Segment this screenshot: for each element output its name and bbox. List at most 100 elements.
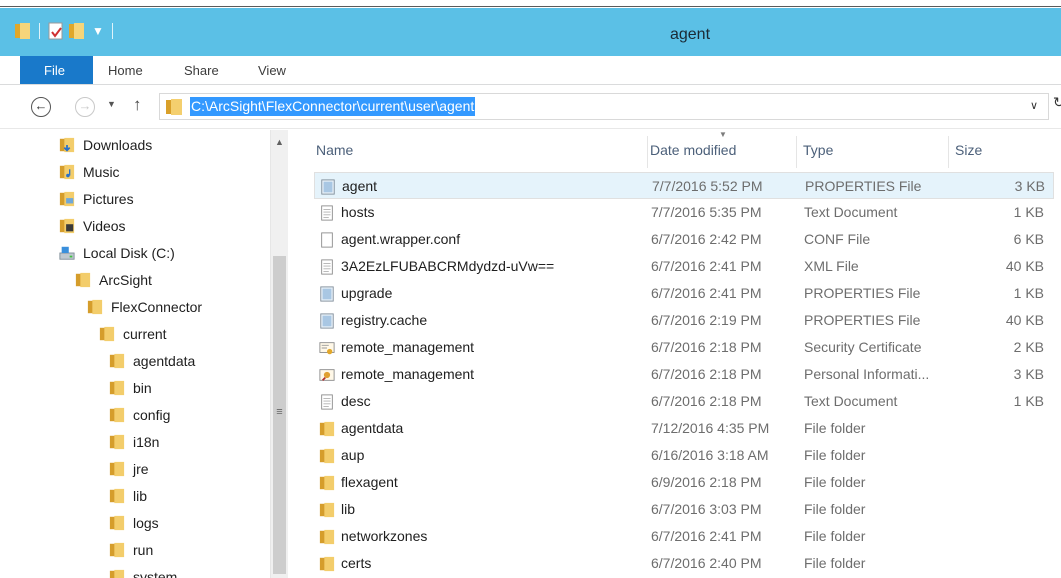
nav-item-jre[interactable]: jre	[108, 457, 149, 481]
file-name: desc	[341, 393, 371, 409]
file-name-cell: registry.cache	[319, 307, 427, 334]
type-cell: File folder	[804, 528, 866, 544]
size-cell	[954, 469, 1044, 496]
file-name-cell: remote_management	[319, 361, 474, 388]
text-file-icon	[321, 393, 333, 410]
column-header-type[interactable]: Type	[797, 136, 949, 168]
music-icon	[59, 164, 75, 180]
tab-home[interactable]: Home	[108, 56, 143, 85]
scrollbar-thumb[interactable]: ≡	[273, 256, 286, 574]
text-file-icon	[321, 204, 333, 221]
nav-item-lib[interactable]: lib	[108, 484, 147, 508]
folder-icon[interactable]	[14, 22, 31, 40]
forward-arrow-icon[interactable]: →	[75, 97, 95, 117]
date-modified-cell: 6/16/2016 3:18 AM	[651, 447, 769, 463]
size-cell	[954, 415, 1044, 442]
file-name: certs	[341, 555, 372, 571]
customize-toolbar-dropdown[interactable]: ▼	[92, 24, 104, 38]
file-row[interactable]: hosts 7/7/2016 5:35 PM Text Document 1 KB	[314, 199, 1054, 226]
nav-item-downloads[interactable]: Downloads	[58, 133, 152, 157]
tab-file[interactable]: File	[20, 56, 93, 84]
nav-item-run[interactable]: run	[108, 538, 153, 562]
date-modified-cell: 6/7/2016 2:18 PM	[651, 339, 762, 355]
nav-item-videos[interactable]: Videos	[58, 214, 126, 238]
nav-item-system[interactable]: system	[108, 565, 177, 578]
downloads-icon	[59, 137, 75, 153]
size-cell	[954, 496, 1044, 523]
nav-item-local-disk-c[interactable]: Local Disk (C:)	[58, 241, 175, 265]
date-modified-cell: 6/7/2016 3:03 PM	[651, 501, 762, 517]
date-modified-cell: 7/7/2016 5:35 PM	[651, 204, 762, 220]
address-bar[interactable]: C:\ArcSight\FlexConnector\current\user\a…	[159, 93, 1049, 120]
file-name-cell: upgrade	[319, 280, 392, 307]
file-row[interactable]: desc 6/7/2016 2:18 PM Text Document 1 KB	[314, 388, 1054, 415]
address-history-dropdown[interactable]: ∨	[1030, 99, 1038, 112]
file-name-cell: certs	[319, 550, 371, 577]
nav-item-logs[interactable]: logs	[108, 511, 159, 535]
nav-pane-scrollbar[interactable]: ▲ ≡	[270, 130, 288, 578]
nav-item-music[interactable]: Music	[58, 160, 120, 184]
file-name: remote_management	[341, 366, 475, 382]
properties-icon[interactable]	[48, 22, 63, 40]
pictures-icon	[59, 191, 75, 207]
size-cell	[954, 442, 1044, 469]
folder-icon	[319, 475, 335, 490]
nav-item-agentdata[interactable]: agentdata	[108, 349, 195, 373]
scroll-up-arrow-icon[interactable]: ▲	[275, 137, 284, 147]
file-row[interactable]: remote_management 6/7/2016 2:18 PM Persona…	[314, 361, 1054, 388]
ribbon-tabs: File Home Share View	[0, 56, 1061, 85]
type-cell: File folder	[804, 447, 866, 463]
date-modified-cell: 6/7/2016 2:41 PM	[651, 528, 762, 544]
nav-item-label: system	[133, 569, 178, 578]
nav-item-label: Videos	[83, 218, 126, 234]
size-cell: 3 KB	[1014, 178, 1045, 194]
date-modified-cell: 7/12/2016 4:35 PM	[651, 420, 770, 436]
nav-item-i18n[interactable]: i18n	[108, 430, 159, 454]
window-title: agent	[669, 26, 711, 43]
file-row[interactable]: agent.wrapper.conf 6/7/2016 2:42 PM CONF F…	[314, 226, 1054, 253]
nav-item-label: agentdata	[133, 353, 196, 369]
file-row[interactable]: lib 6/7/2016 3:03 PM File folder	[314, 496, 1054, 523]
nav-item-bin[interactable]: bin	[108, 376, 152, 400]
date-modified-cell: 6/7/2016 2:41 PM	[651, 285, 762, 301]
nav-item-label: FlexConnector	[111, 299, 203, 315]
file-row[interactable]: agentdata 7/12/2016 4:35 PM File folder	[314, 415, 1054, 442]
recent-locations-dropdown[interactable]: ▼	[107, 99, 116, 109]
date-modified-cell: 6/7/2016 2:18 PM	[651, 366, 762, 382]
folder-icon	[109, 569, 125, 578]
folder-icon	[109, 434, 125, 450]
file-row[interactable]: registry.cache 6/7/2016 2:19 PM PROPERTIES…	[314, 307, 1054, 334]
file-name-cell: agent.wrapper.conf	[319, 226, 460, 253]
nav-item-flexconnector[interactable]: FlexConnector	[86, 295, 202, 319]
file-name: agent	[342, 178, 378, 194]
up-arrow-icon[interactable]: ↑	[133, 95, 142, 115]
file-row[interactable]: aup 6/16/2016 3:18 AM File folder	[314, 442, 1054, 469]
new-folder-icon[interactable]	[68, 22, 85, 40]
file-name: lib	[341, 501, 356, 517]
file-row[interactable]: 3A2EzLFUBABCRMdydzd-uVw== 6/7/2016 2:41 P…	[314, 253, 1054, 280]
file-row[interactable]: networkzones 6/7/2016 2:41 PM File folder	[314, 523, 1054, 550]
refresh-icon[interactable]: ↻	[1053, 94, 1061, 111]
file-row[interactable]: certs 6/7/2016 2:40 PM File folder	[314, 550, 1054, 577]
nav-item-current[interactable]: current	[98, 322, 167, 346]
column-header-date-modified[interactable]: Date modified	[644, 136, 797, 168]
file-row[interactable]: remote_management 6/7/2016 2:18 PM Securit…	[314, 334, 1054, 361]
tab-view[interactable]: View	[258, 56, 286, 85]
tab-share[interactable]: Share	[184, 56, 219, 85]
file-name-cell: flexagent	[319, 469, 398, 496]
file-row[interactable]: flexagent 6/9/2016 2:18 PM File folder	[314, 469, 1054, 496]
nav-item-arcsight[interactable]: ArcSight	[74, 268, 152, 292]
address-path[interactable]: C:\ArcSight\FlexConnector\current\user\a…	[190, 97, 476, 116]
file-row[interactable]: upgrade 6/7/2016 2:41 PM PROPERTIES File 1 …	[314, 280, 1054, 307]
back-arrow-icon[interactable]: ←	[31, 97, 51, 117]
nav-item-config[interactable]: config	[108, 403, 170, 427]
nav-item-pictures[interactable]: Pictures	[58, 187, 134, 211]
column-header-size[interactable]: Size	[949, 136, 1053, 168]
file-name: flexagent	[341, 474, 398, 490]
nav-item-label: current	[123, 326, 167, 342]
column-header-name[interactable]: Name	[310, 136, 648, 168]
file-row[interactable]: agent 7/7/2016 5:52 PM PROPERTIES File 3 KB	[314, 172, 1054, 199]
folder-icon	[319, 448, 335, 463]
folder-icon	[109, 542, 125, 558]
nav-item-label: jre	[133, 461, 149, 477]
